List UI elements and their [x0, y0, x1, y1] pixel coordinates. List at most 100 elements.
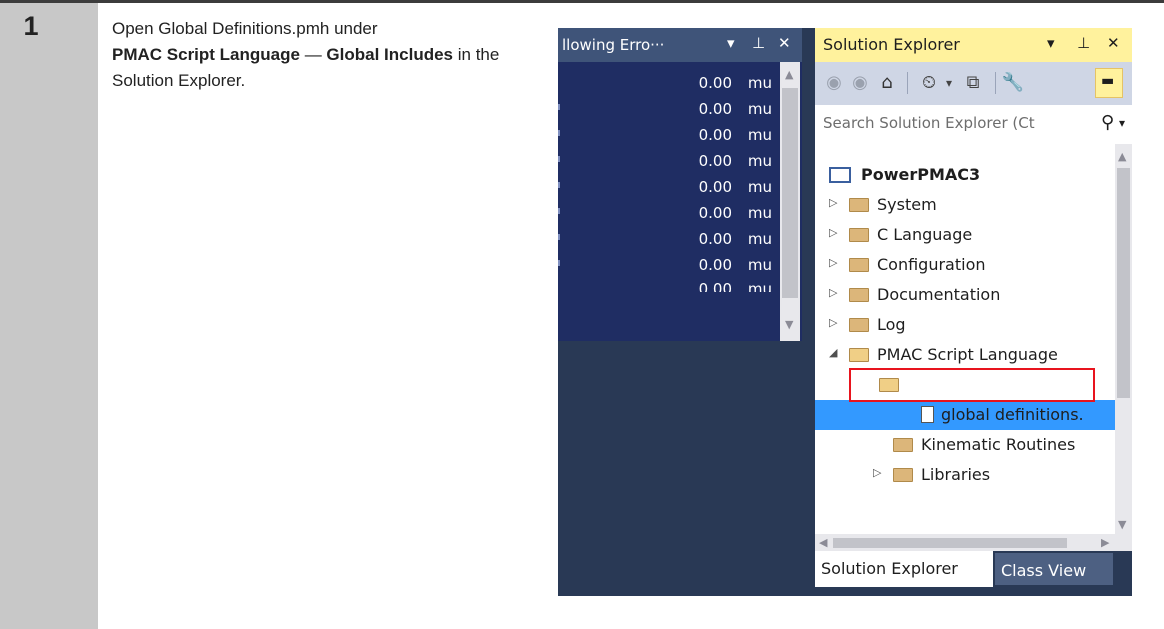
- scroll-up-icon[interactable]: ▲: [1118, 150, 1126, 163]
- tree-label: C Language: [877, 225, 973, 244]
- folder-icon: [893, 468, 913, 482]
- pin-icon[interactable]: ⊥: [1077, 34, 1090, 52]
- row-value: 0.00: [698, 256, 732, 274]
- instruction-text: Open Global Definitions.pmh under: [112, 19, 378, 38]
- instruction-bold-path1: PMAC Script Language: [112, 45, 300, 64]
- tab-solution-explorer[interactable]: Solution Explorer: [815, 551, 993, 587]
- highlight-box: [849, 368, 1095, 402]
- pin-preview-icon: ▬: [1101, 73, 1115, 89]
- tab-class-view[interactable]: Class View: [995, 553, 1113, 585]
- search-icon[interactable]: ⚲: [1101, 112, 1114, 133]
- solution-tree: PowerPMAC3 ▷ System ▷ C Language ▷ Confi…: [815, 144, 1115, 534]
- explorer-tabs: Solution Explorer Class View: [815, 551, 1132, 596]
- tree-label: Log: [877, 315, 906, 334]
- tree-label: Documentation: [877, 285, 1001, 304]
- scrollbar-thumb[interactable]: [1117, 168, 1130, 398]
- folder-open-icon: [849, 348, 869, 362]
- row-unit: mu: [747, 178, 772, 196]
- dropdown-icon[interactable]: ▾: [727, 34, 735, 52]
- collapse-icon[interactable]: ◢: [829, 346, 837, 359]
- expand-icon[interactable]: ▷: [829, 196, 837, 209]
- tree-label: global definitions.: [941, 405, 1084, 424]
- table-row[interactable]: 0.00 mu: [558, 200, 778, 226]
- expand-icon[interactable]: ▷: [873, 466, 881, 479]
- table-row[interactable]: 0.00 mu: [558, 226, 778, 252]
- table-row[interactable]: 0.00 mu: [558, 276, 778, 292]
- row-value: 0.00: [698, 100, 732, 118]
- search-input[interactable]: Search Solution Explorer (Ct: [823, 114, 1035, 132]
- expand-icon[interactable]: ▷: [829, 226, 837, 239]
- scroll-down-icon[interactable]: ▼: [785, 318, 793, 331]
- folder-icon: [849, 228, 869, 242]
- scroll-down-icon[interactable]: ▼: [1118, 518, 1126, 531]
- properties-wrench-icon[interactable]: 🔧: [1001, 70, 1025, 96]
- solution-explorer-header: Solution Explorer ▾ ⊥ ✕: [815, 28, 1132, 62]
- close-icon[interactable]: ✕: [778, 34, 791, 52]
- folder-icon: [849, 288, 869, 302]
- folder-icon: [849, 258, 869, 272]
- tree-label: Kinematic Routines: [921, 435, 1076, 454]
- step-column: 1: [0, 3, 98, 629]
- row-unit: mu: [747, 152, 772, 170]
- search-box[interactable]: Search Solution Explorer (Ct ⚲ ▾: [815, 104, 1132, 144]
- row-value: 0.00: [698, 74, 732, 92]
- folder-icon: [893, 438, 913, 452]
- scroll-right-icon[interactable]: ▶: [1101, 536, 1109, 549]
- step-instruction: Open Global Definitions.pmh under PMAC Sc…: [112, 16, 532, 94]
- tree-label: Libraries: [921, 465, 991, 484]
- row-unit: mu: [747, 126, 772, 144]
- history-icon[interactable]: ⏲: [917, 70, 941, 96]
- home-icon[interactable]: ⌂: [875, 70, 899, 96]
- row-unit: mu: [747, 230, 772, 248]
- file-icon: [921, 406, 934, 423]
- expand-icon[interactable]: ▷: [829, 286, 837, 299]
- dropdown-icon[interactable]: ▾: [1047, 34, 1055, 52]
- back-icon[interactable]: ◉: [823, 70, 845, 96]
- row-value: 0.00: [698, 280, 732, 292]
- row-unit: mu: [747, 256, 772, 274]
- row-value: 0.00: [698, 204, 732, 222]
- scrollbar-thumb[interactable]: [833, 538, 1067, 548]
- scroll-up-icon[interactable]: ▲: [785, 68, 793, 81]
- pin-icon[interactable]: ⊥: [752, 34, 765, 52]
- table-row[interactable]: 0.00 mu: [558, 96, 778, 122]
- pin-toggle-button[interactable]: ▬: [1095, 68, 1123, 98]
- instruction-separator: —: [299, 45, 327, 64]
- tree-label: Configuration: [877, 255, 986, 274]
- expand-icon[interactable]: ▷: [829, 316, 837, 329]
- forward-icon[interactable]: ◉: [849, 70, 871, 96]
- table-row[interactable]: 0.00 mu: [558, 252, 778, 278]
- table-row[interactable]: 0.00 mu: [558, 70, 778, 96]
- error-list-header: llowing Erro··· ▾ ⊥ ✕: [558, 28, 802, 62]
- tree-label: PowerPMAC3: [861, 165, 981, 184]
- tree-label: System: [877, 195, 937, 214]
- table-row[interactable]: 0.00 mu: [558, 148, 778, 174]
- screenshot: llowing Erro··· ▾ ⊥ ✕ 0.00 mu 0.00 mu 0.00…: [558, 28, 1132, 596]
- folder-icon: [849, 198, 869, 212]
- top-rule: [0, 0, 1164, 3]
- folder-icon: [849, 318, 869, 332]
- row-value: 0.00: [698, 152, 732, 170]
- chevron-down-icon[interactable]: ▾: [943, 70, 955, 96]
- row-unit: mu: [747, 74, 772, 92]
- search-options-icon[interactable]: ▾: [1119, 116, 1125, 130]
- row-value: 0.00: [698, 126, 732, 144]
- copy-icon[interactable]: ⧉: [961, 70, 985, 96]
- scroll-left-icon[interactable]: ◀: [819, 536, 827, 549]
- solution-explorer-toolbar: ◉ ◉ ⌂ ⏲ ▾ ⧉ 🔧 ▬: [815, 62, 1132, 104]
- row-unit: mu: [747, 280, 772, 292]
- error-list-title: llowing Erro···: [562, 36, 665, 54]
- scrollbar-thumb[interactable]: [782, 88, 798, 298]
- tab-label: Solution Explorer: [821, 559, 958, 578]
- error-list-body: 0.00 mu 0.00 mu 0.00 mu 0.00 mu 0.00 mu 0.00 m…: [558, 62, 802, 341]
- scroll-corner: [1115, 534, 1132, 551]
- table-row[interactable]: 0.00 mu: [558, 174, 778, 200]
- tab-label: Class View: [1001, 561, 1087, 580]
- expand-icon[interactable]: ▷: [829, 256, 837, 269]
- row-value: 0.00: [698, 178, 732, 196]
- table-row[interactable]: 0.00 mu: [558, 122, 778, 148]
- close-icon[interactable]: ✕: [1107, 34, 1120, 52]
- tree-label: PMAC Script Language: [877, 345, 1058, 364]
- row-value: 0.00: [698, 230, 732, 248]
- error-list-window: llowing Erro··· ▾ ⊥ ✕ 0.00 mu 0.00 mu 0.00…: [558, 28, 802, 341]
